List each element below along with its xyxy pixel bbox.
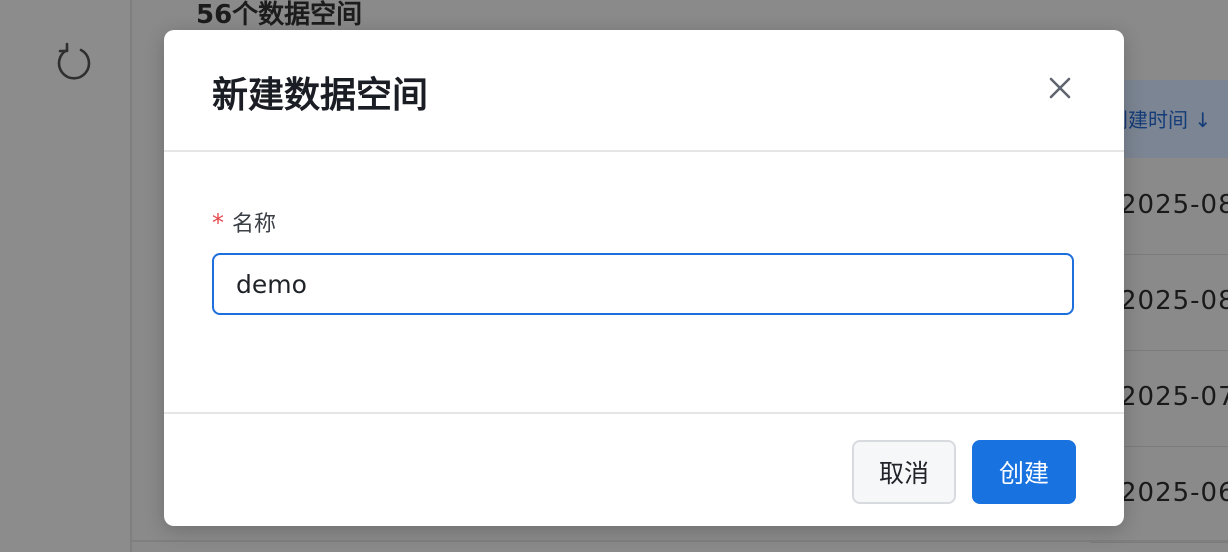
created-date-cell: 2025-07- — [1120, 382, 1228, 412]
created-date-cell: 2025-08- — [1120, 286, 1228, 316]
dialog-header: 新建数据空间 — [164, 30, 1124, 152]
page: 56个数据空间 创建时间 ↓ 2025-08- 2025-08- 2025-07… — [0, 0, 1228, 552]
create-data-space-dialog: 新建数据空间 * 名称 取消 创建 — [164, 30, 1124, 526]
created-date-cell: 2025-06- — [1120, 478, 1228, 508]
left-rail — [0, 0, 132, 552]
dialog-footer: 取消 创建 — [164, 412, 1124, 526]
required-mark: * — [212, 209, 224, 237]
name-input[interactable] — [212, 253, 1074, 315]
space-count-title: 56个数据空间 — [196, 0, 363, 30]
dialog-title: 新建数据空间 — [212, 75, 429, 116]
divider — [132, 540, 1228, 542]
close-icon[interactable] — [1040, 68, 1080, 108]
name-label: 名称 — [232, 212, 277, 237]
name-field-label: * 名称 — [212, 206, 276, 238]
refresh-icon[interactable] — [54, 42, 94, 82]
create-button[interactable]: 创建 — [972, 440, 1076, 504]
created-date-cell: 2025-08- — [1120, 190, 1228, 220]
cancel-button[interactable]: 取消 — [852, 440, 956, 504]
